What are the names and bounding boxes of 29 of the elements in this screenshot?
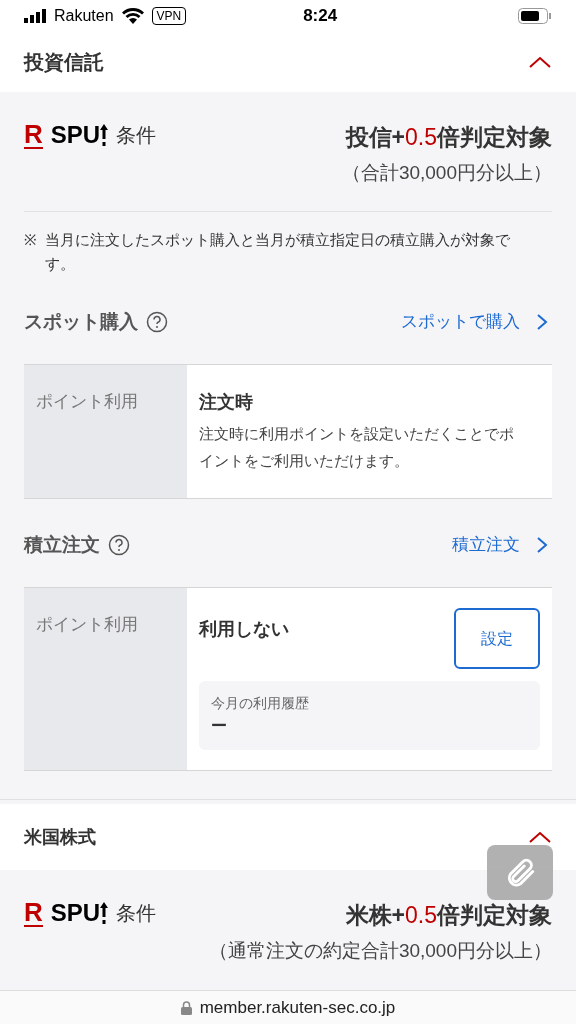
section-title: 投資信託 (24, 50, 104, 75)
group-title: 積立注文 (24, 532, 100, 557)
logo-mark: R (24, 121, 43, 149)
carrier-label: Rakuten (54, 6, 114, 26)
condition-label: 条件 (116, 901, 157, 926)
logo-text: SPU (50, 123, 101, 147)
group-title: スポット購入 (24, 309, 138, 334)
vpn-badge: VPN (151, 7, 187, 25)
note-text: 当月に注文したスポット購入と当月が積立指定日の積立購入が対象です。 (45, 230, 511, 274)
logo-text: SPU (50, 901, 101, 925)
row-label: ポイント利用 (36, 615, 138, 634)
row-description: 注文時に利用ポイントを設定いただくことでポイントをご利用いただけます。 (199, 424, 515, 471)
condition-subtext: （通常注文の約定合計30,000円分以上） (208, 938, 552, 963)
row-label: ポイント利用 (36, 392, 138, 411)
row-value: 利用しない (199, 618, 289, 641)
headline: 投信+0.5倍判定対象 (345, 123, 552, 152)
spot-purchase-link[interactable]: スポットで購入 (401, 309, 552, 335)
section-title: 米国株式 (24, 825, 96, 849)
condition-subtext: （合計30,000円分以上） (341, 160, 552, 185)
clock: 8:24 (303, 5, 338, 28)
settings-button[interactable]: 設定 (454, 608, 540, 669)
history-label: 今月の利用履歴 (211, 694, 310, 713)
recurring-order-link[interactable]: 積立注文 (452, 532, 552, 558)
history-value: ー (211, 716, 228, 736)
condition-label: 条件 (116, 123, 157, 148)
logo-mark: R (24, 899, 43, 927)
row-value: 注文時 (199, 391, 254, 414)
note-mark: ※ (24, 230, 37, 250)
headline: 米株+0.5倍判定対象 (345, 901, 552, 930)
